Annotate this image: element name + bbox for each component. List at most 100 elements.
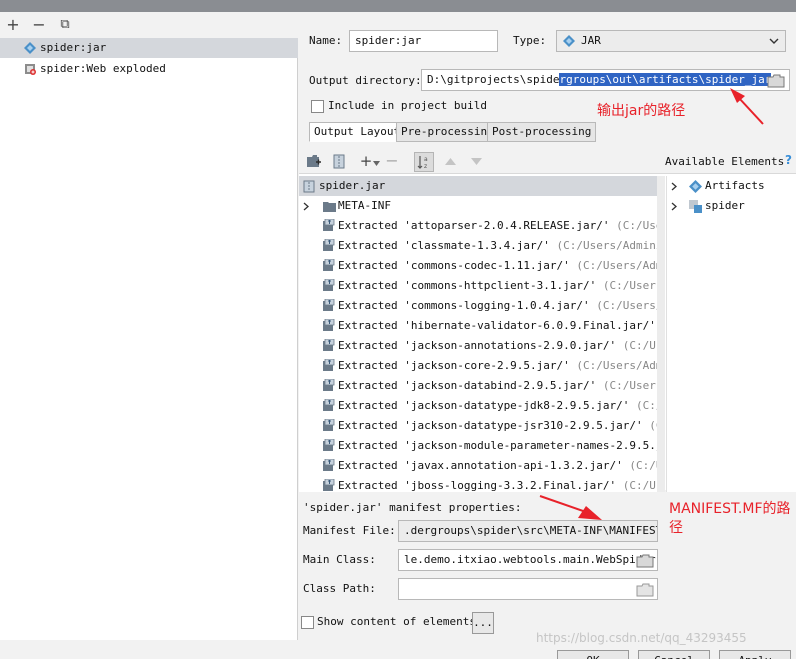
add-artifact-button[interactable]: + xyxy=(4,16,22,34)
main-class-input[interactable]: le.demo.itxiao.webtools.main.WebSpider xyxy=(398,549,658,571)
extracted-jar-item[interactable]: Extracted 'commons-codec-1.11.jar/' (C:/… xyxy=(299,256,665,276)
copy-artifact-button[interactable]: ⧉ xyxy=(56,16,74,34)
tab-pre-processing[interactable]: Pre-processing xyxy=(396,122,499,142)
extracted-jar-item[interactable]: Extracted 'jackson-module-parameter-name… xyxy=(299,436,665,456)
extracted-archive-icon xyxy=(323,319,335,331)
extracted-jar-label: Extracted 'jackson-datatype-jsr310-2.9.5… xyxy=(338,419,643,432)
extracted-jar-item[interactable]: Extracted 'javax.annotation-api-1.3.2.ja… xyxy=(299,456,665,476)
extracted-jar-item[interactable]: Extracted 'jackson-annotations-2.9.0.jar… xyxy=(299,336,665,356)
output-directory-selected-text: rgroups\out\artifacts\spider_jar xyxy=(559,73,772,86)
class-path-input[interactable] xyxy=(398,578,658,600)
apply-button[interactable]: Apply xyxy=(719,650,791,659)
extracted-jar-item[interactable]: Extracted 'jackson-datatype-jdk8-2.9.5.j… xyxy=(299,396,665,416)
create-directory-icon[interactable] xyxy=(307,155,321,168)
extracted-jar-item[interactable]: Extracted 'commons-httpclient-3.1.jar/' … xyxy=(299,276,665,296)
folder-browse-icon[interactable] xyxy=(636,554,654,568)
extracted-jar-item[interactable]: Extracted 'jackson-core-2.9.5.jar/' (C:/… xyxy=(299,356,665,376)
extracted-jar-path: (C:/Users/Administ xyxy=(576,359,665,372)
extracted-archive-icon xyxy=(323,479,335,491)
extracted-archive-icon xyxy=(323,439,335,451)
extracted-archive-icon xyxy=(323,419,335,431)
meta-inf-folder[interactable]: META-INF xyxy=(299,196,391,216)
manifest-file-input[interactable]: .dergroups\spider\src\META-INF\MANIFEST.… xyxy=(398,520,658,542)
add-dropdown-chevron-icon xyxy=(373,161,380,166)
chevron-right-icon[interactable] xyxy=(303,202,309,211)
extracted-archive-icon xyxy=(323,459,335,471)
svg-text:a: a xyxy=(424,156,428,163)
available-item-spider[interactable]: spider xyxy=(667,196,796,216)
extracted-jar-label: Extracted 'commons-codec-1.11.jar/' xyxy=(338,259,570,272)
extracted-archive-icon xyxy=(323,339,335,351)
watermark: https://blog.csdn.net/qq_43293455 xyxy=(536,631,747,645)
available-item-label: Artifacts xyxy=(705,179,765,192)
archive-icon[interactable] xyxy=(333,154,345,169)
extracted-archive-icon xyxy=(323,259,335,271)
show-content-checkbox[interactable] xyxy=(301,616,314,629)
extracted-jar-label: Extracted 'jackson-annotations-2.9.0.jar… xyxy=(338,339,617,352)
artifact-item-spider-web-exploded[interactable]: spider:Web exploded xyxy=(0,59,298,79)
ok-button[interactable]: OK xyxy=(557,650,629,659)
extracted-archive-icon xyxy=(323,379,335,391)
chevron-down-icon xyxy=(769,38,779,44)
remove-element-button[interactable]: − xyxy=(383,152,401,170)
name-input[interactable]: spider:jar xyxy=(349,30,498,52)
help-icon[interactable]: ? xyxy=(785,153,792,167)
remove-artifact-button[interactable]: − xyxy=(30,16,48,34)
show-content-options-button[interactable]: ... xyxy=(472,612,494,634)
output-layout-toolbar: + − a z Available Elements ? xyxy=(299,150,796,174)
extracted-jar-item[interactable]: Extracted 'hibernate-validator-6.0.9.Fin… xyxy=(299,316,665,336)
type-dropdown[interactable]: JAR xyxy=(556,30,786,52)
output-layout-tree: spider.jar META-INF Extracted 'attoparse… xyxy=(299,176,665,492)
include-in-build-checkbox[interactable] xyxy=(311,100,324,113)
output-tree-scrollbar[interactable] xyxy=(657,176,665,492)
available-elements-tree: Artifacts spider xyxy=(666,176,796,492)
move-up-icon[interactable] xyxy=(445,158,456,165)
move-down-icon[interactable] xyxy=(471,158,482,165)
artifact-list-toolbar: + − ⧉ xyxy=(0,12,298,38)
artifact-list-panel xyxy=(0,12,298,640)
show-content-label: Show content of elements xyxy=(317,615,476,628)
extracted-jar-label: Extracted 'commons-httpclient-3.1.jar/' xyxy=(338,279,597,292)
extracted-archive-icon xyxy=(323,399,335,411)
chevron-right-icon[interactable] xyxy=(671,202,677,211)
cancel-button[interactable]: Cancel xyxy=(638,650,710,659)
extracted-jar-label: Extracted 'commons-logging-1.0.4.jar/' xyxy=(338,299,590,312)
tab-post-processing[interactable]: Post-processing xyxy=(487,122,597,142)
archive-icon xyxy=(303,180,315,193)
extracted-jar-item[interactable]: Extracted 'jboss-logging-3.3.2.Final.jar… xyxy=(299,476,665,492)
available-elements-label: Available Elements xyxy=(665,155,785,168)
module-icon xyxy=(689,200,702,213)
output-root-item[interactable]: spider.jar xyxy=(299,176,665,196)
annotation-arrow-output xyxy=(730,88,764,125)
tab-output-layout[interactable]: Output Layout xyxy=(309,122,406,142)
extracted-jar-path: (C:/Users/Admi xyxy=(602,379,665,392)
extracted-jar-label: Extracted 'jackson-databind-2.9.5.jar/' xyxy=(338,379,597,392)
window-title-bar xyxy=(0,0,796,12)
type-label: Type: xyxy=(513,34,547,47)
extracted-jar-item[interactable]: Extracted 'commons-logging-1.0.4.jar/' (… xyxy=(299,296,665,316)
annotation-manifest: MANIFEST.MF的路径 xyxy=(669,501,791,536)
chevron-right-icon[interactable] xyxy=(671,182,677,191)
artifact-item-spider-jar[interactable]: spider:jar xyxy=(0,38,298,58)
manifest-properties-panel: 'spider.jar' manifest properties: Manife… xyxy=(299,492,668,606)
extracted-archive-icon xyxy=(323,219,335,231)
output-root-label: spider.jar xyxy=(319,179,386,192)
extracted-archive-icon xyxy=(323,279,335,291)
artifacts-icon xyxy=(689,180,702,193)
folder-browse-icon[interactable] xyxy=(636,583,654,597)
extracted-jar-item[interactable]: Extracted 'jackson-databind-2.9.5.jar/' … xyxy=(299,376,665,396)
jar-type-icon xyxy=(563,35,575,47)
main-class-value: le.demo.itxiao.webtools.main.WebSpider xyxy=(404,553,656,566)
web-artifact-icon xyxy=(25,64,36,75)
sort-alpha-icon: a z xyxy=(417,156,428,170)
available-item-artifacts[interactable]: Artifacts xyxy=(667,176,796,196)
extracted-jar-item[interactable]: Extracted 'attoparser-2.0.4.RELEASE.jar/… xyxy=(299,216,665,236)
extracted-jar-label: Extracted 'jackson-module-parameter-name… xyxy=(338,439,665,452)
artifact-item-label: spider:jar xyxy=(40,41,107,54)
available-item-label: spider xyxy=(705,199,745,212)
sort-elements-button[interactable]: a z xyxy=(414,152,434,172)
extracted-archive-icon xyxy=(323,299,335,311)
extracted-jar-label: Extracted 'classmate-1.3.4.jar/' xyxy=(338,239,550,252)
extracted-jar-item[interactable]: Extracted 'jackson-datatype-jsr310-2.9.5… xyxy=(299,416,665,436)
extracted-jar-item[interactable]: Extracted 'classmate-1.3.4.jar/' (C:/Use… xyxy=(299,236,665,256)
